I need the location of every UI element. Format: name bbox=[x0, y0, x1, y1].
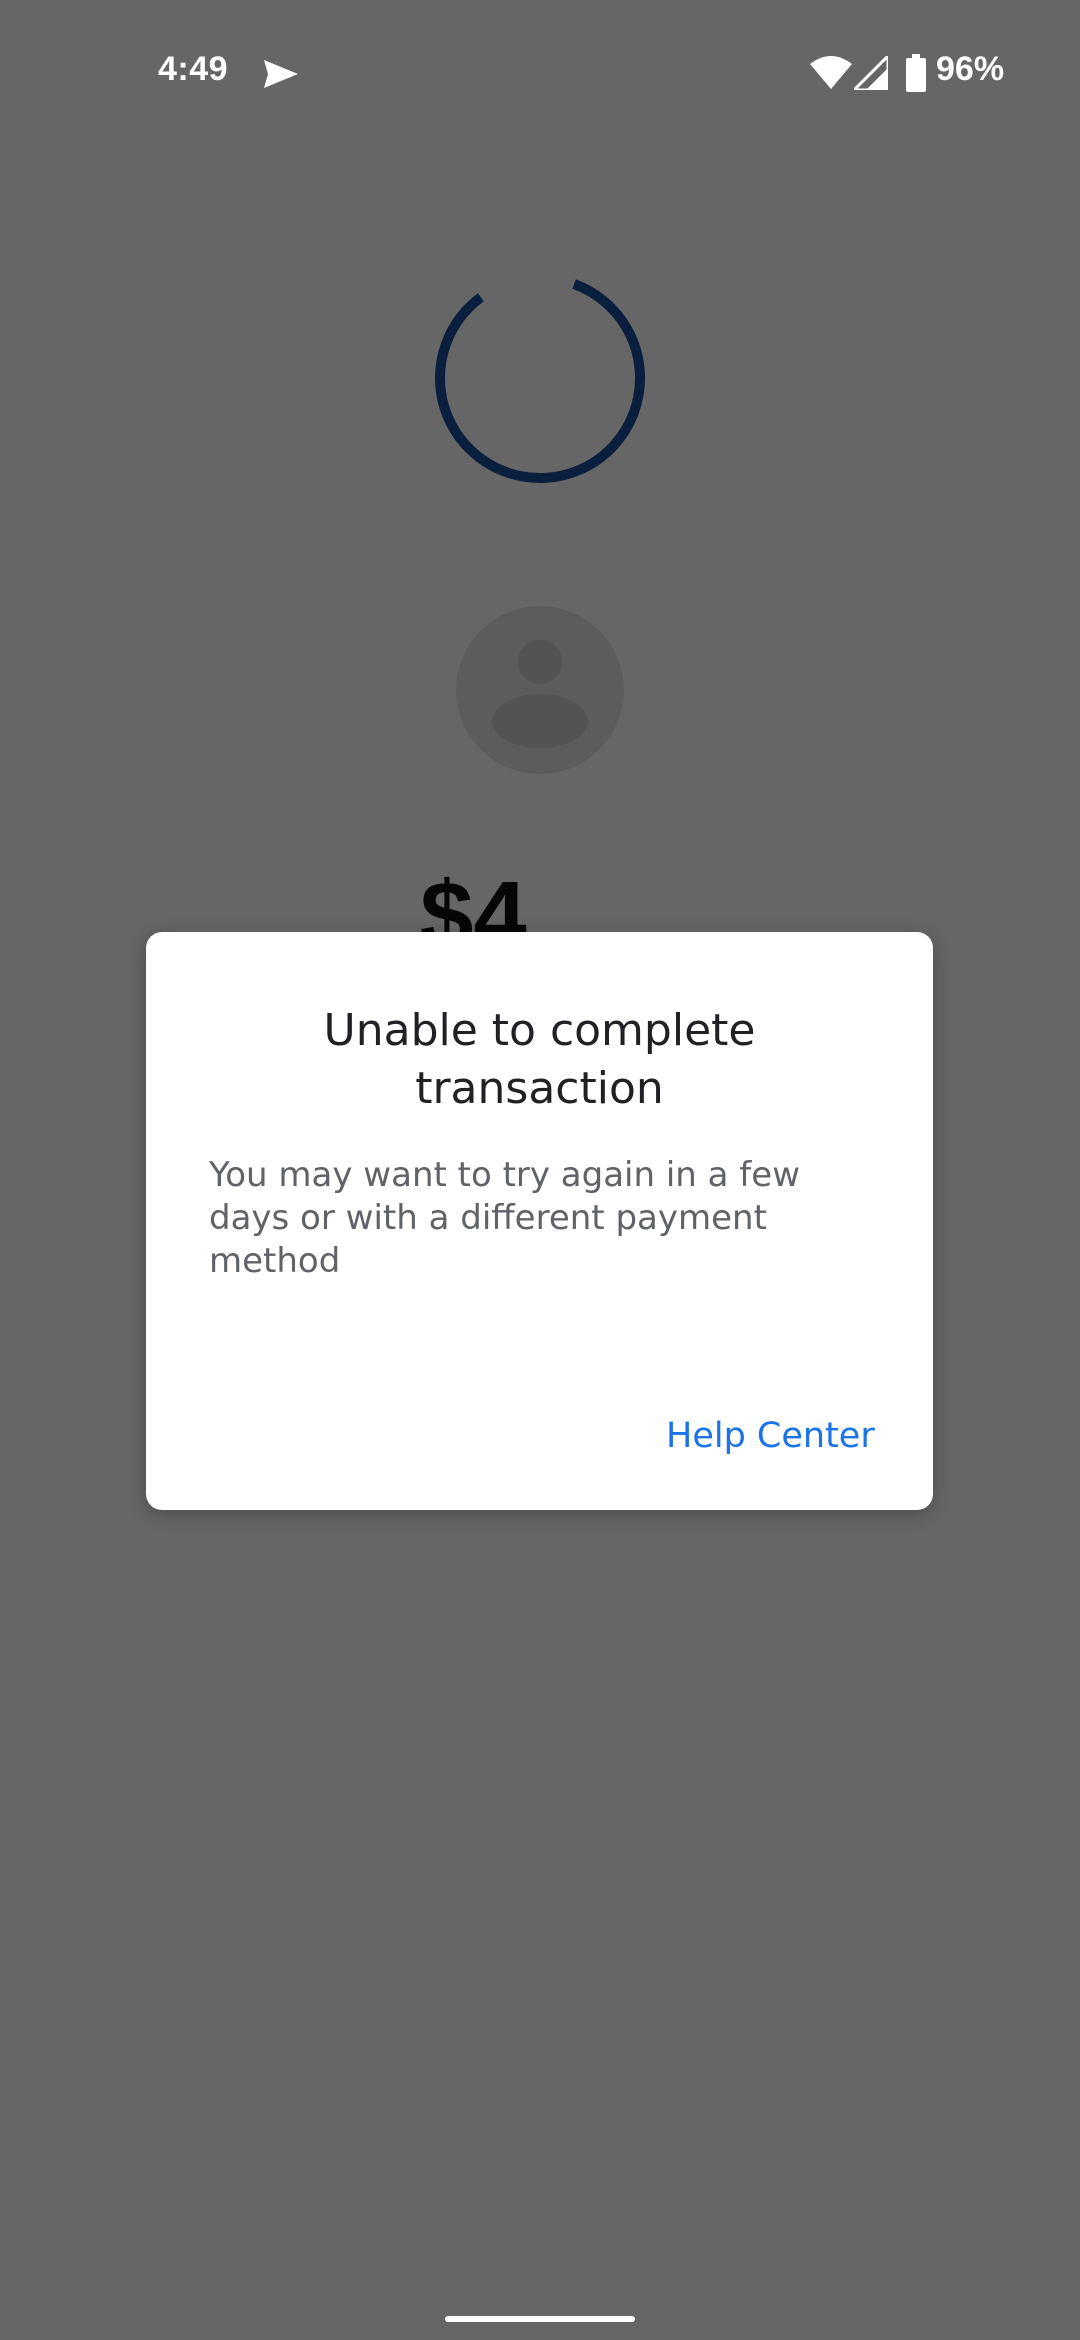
help-center-button[interactable]: Help Center bbox=[658, 1410, 883, 1462]
home-indicator[interactable] bbox=[445, 2316, 635, 2322]
dialog-message: You may want to try again in a few days … bbox=[209, 1155, 800, 1281]
dialog-title: Unable to complete transaction bbox=[323, 1005, 756, 1114]
